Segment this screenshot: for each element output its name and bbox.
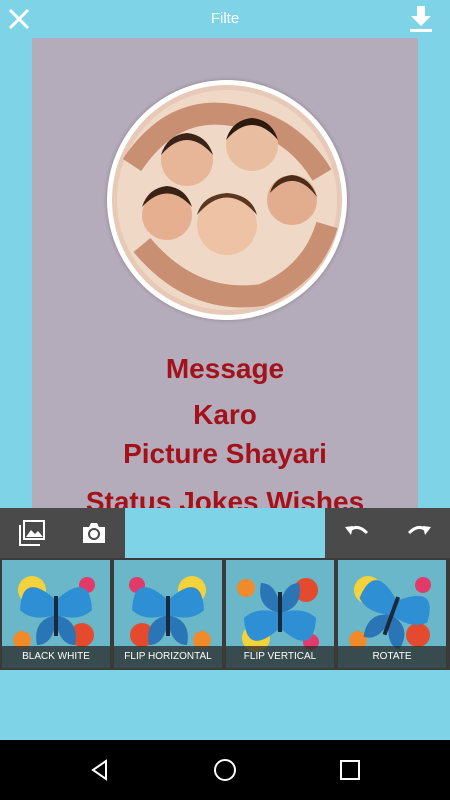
filter-strip: BLACK WHITE FLIP HORIZONTAL FLIP VERTICA…: [0, 558, 450, 670]
preview-card: Message Karo Picture Shayari Status Joke…: [32, 38, 418, 508]
redo-icon[interactable]: [405, 519, 433, 547]
system-nav-bar: [0, 740, 450, 800]
recents-icon[interactable]: [338, 758, 362, 782]
message-line-1: Message: [165, 353, 285, 384]
filter-black-white[interactable]: BLACK WHITE: [2, 560, 110, 668]
message-line-2: Karo: [193, 399, 257, 430]
message-line-3: Picture Shayari: [123, 438, 327, 469]
profile-photo[interactable]: [107, 80, 347, 320]
download-icon[interactable]: [408, 4, 434, 34]
home-icon[interactable]: [213, 758, 237, 782]
filter-label: FLIP VERTICAL: [226, 646, 334, 668]
group-photo-image: [112, 85, 342, 315]
filter-label: FLIP HORIZONTAL: [114, 646, 222, 668]
message-line-4: Status Jokes Wishes: [85, 486, 365, 508]
back-icon[interactable]: [88, 758, 112, 782]
filter-flip-horizontal[interactable]: FLIP HORIZONTAL: [114, 560, 222, 668]
undo-icon[interactable]: [343, 519, 371, 547]
filter-label: BLACK WHITE: [2, 646, 110, 668]
filter-rotate[interactable]: ROTATE: [338, 560, 446, 668]
filter-label: ROTATE: [338, 646, 446, 668]
image-source-tools: [0, 508, 125, 558]
page-title: Filte: [210, 10, 240, 27]
top-bar: Filte: [0, 0, 450, 38]
filter-flip-vertical[interactable]: FLIP VERTICAL: [226, 560, 334, 668]
tool-row: [0, 508, 450, 558]
camera-icon[interactable]: [80, 519, 108, 547]
gallery-icon[interactable]: [18, 519, 46, 547]
history-tools: [325, 508, 450, 558]
